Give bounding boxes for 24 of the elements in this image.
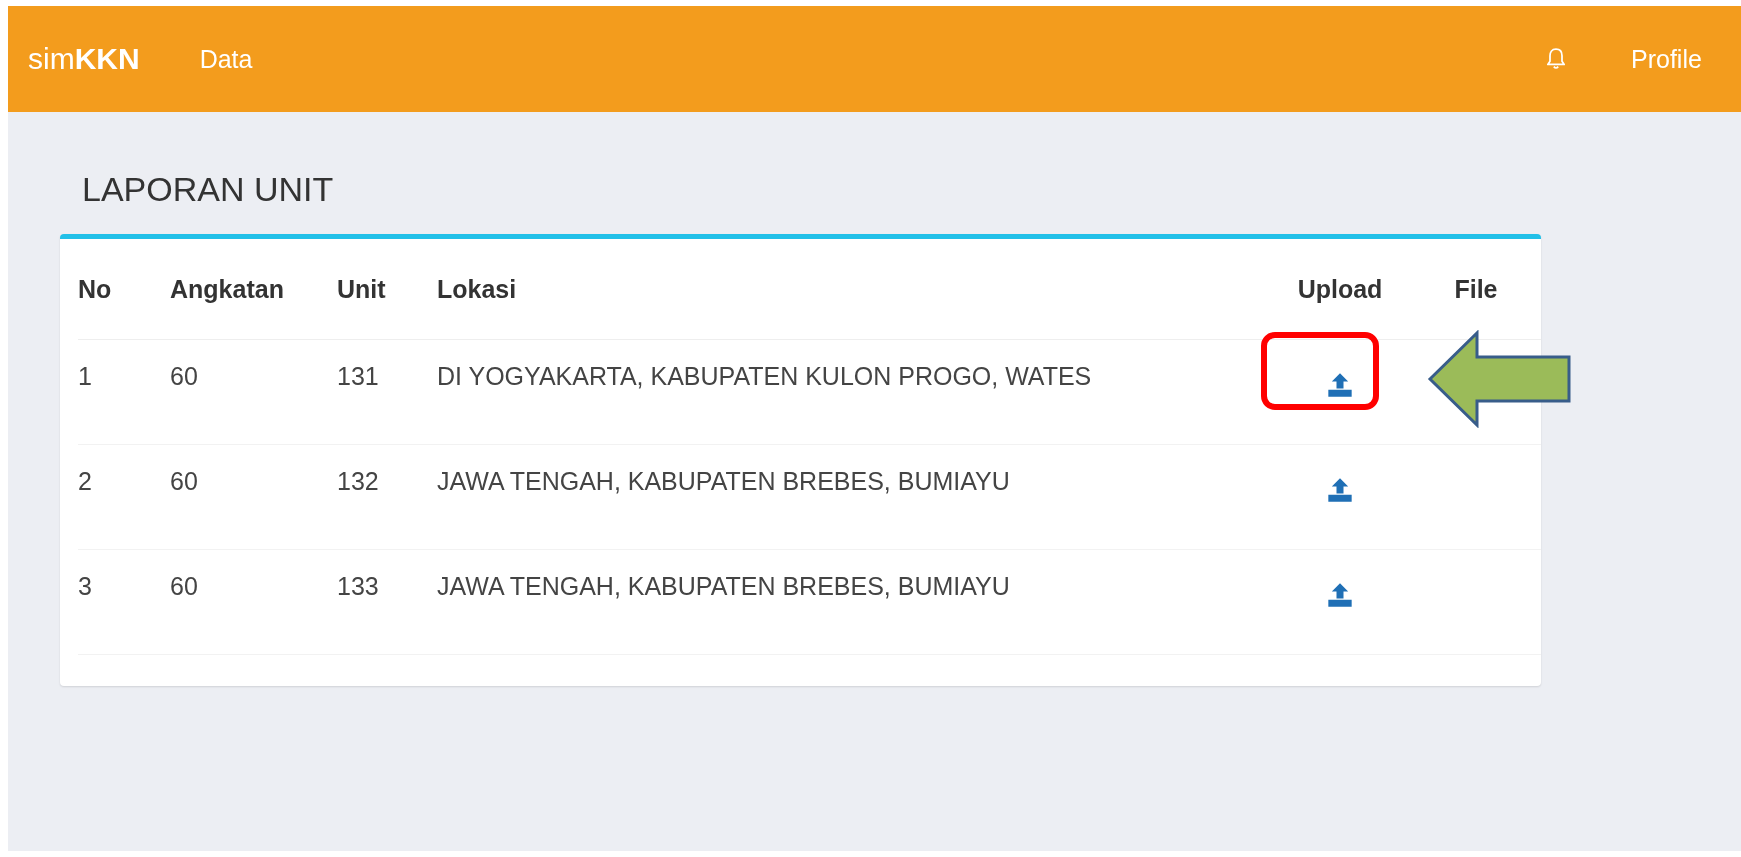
table-cell-text: JAWA TENGAH, KABUPATEN BREBES, BUMIAYU	[437, 466, 1011, 497]
brand-logo[interactable]: simKKN	[28, 42, 140, 76]
table-cell-text: 60	[170, 361, 199, 392]
table-cell-text: 60	[170, 571, 199, 602]
table-cell-text: 132	[337, 466, 380, 497]
column-header: Angkatan	[170, 239, 337, 340]
table-cell-text: 131	[337, 361, 380, 392]
page-title: LAPORAN UNIT	[82, 170, 335, 209]
table-cell-text: 60	[170, 466, 199, 497]
column-header: Lokasi	[437, 239, 1269, 340]
upload-icon[interactable]	[1326, 477, 1354, 503]
column-header: No	[78, 239, 170, 340]
upload-icon[interactable]	[1326, 372, 1354, 398]
table-cell-text: 133	[337, 571, 380, 602]
table-cell-text: DI YOGYAKARTA, KABUPATEN KULON PROGO, WATES	[437, 361, 1093, 392]
table-cell-text: 1	[78, 361, 93, 392]
table-cell-text: 2	[78, 466, 93, 497]
column-header: Unit	[337, 239, 437, 340]
nav-link[interactable]: Data	[199, 44, 253, 74]
table-cell-text: JAWA TENGAH, KABUPATEN BREBES, BUMIAYU	[437, 571, 1011, 602]
table-cell-text: 3	[78, 571, 93, 602]
profile-link[interactable]: Profile	[1631, 44, 1741, 74]
column-header: Upload	[1269, 239, 1411, 340]
upload-icon[interactable]	[1326, 582, 1354, 608]
